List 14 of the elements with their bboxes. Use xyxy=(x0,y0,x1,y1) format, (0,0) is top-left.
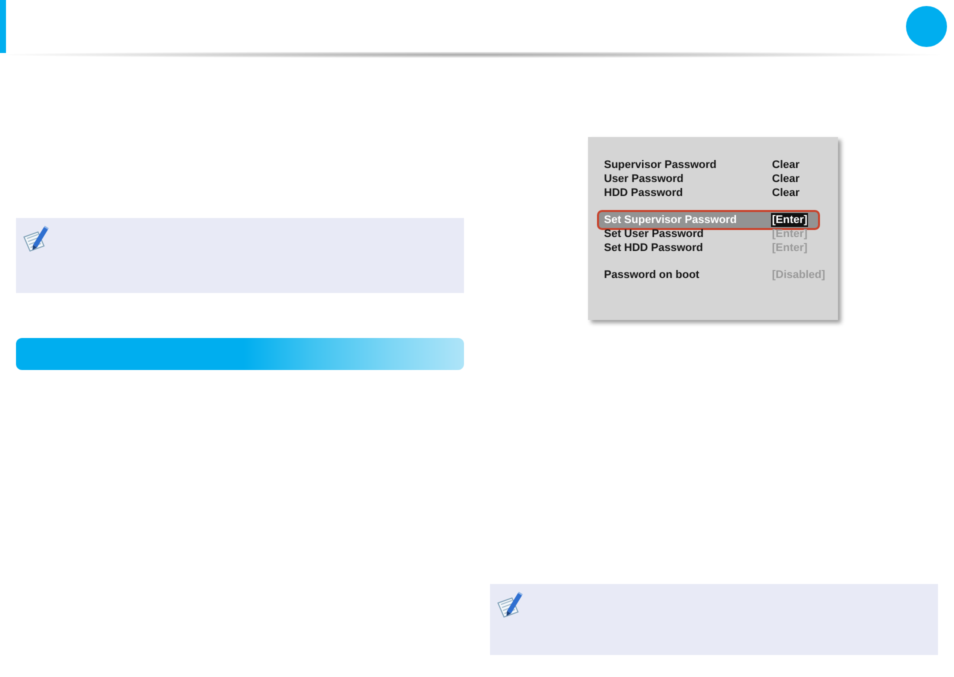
bios-option-value: Clear xyxy=(772,186,800,200)
note-pencil-icon xyxy=(23,225,49,252)
bios-option-value: [Enter] xyxy=(772,227,808,241)
bios-option-value: Clear xyxy=(772,172,800,186)
note-pencil-icon xyxy=(497,591,523,618)
bios-option-value: [Enter] xyxy=(771,213,808,227)
bios-option-value: Clear xyxy=(772,158,800,172)
bios-option-value: [Enter] xyxy=(772,241,808,255)
circle-marker-icon xyxy=(906,6,947,47)
bios-option-value: [Disabled] xyxy=(772,268,826,282)
header-accent-bar xyxy=(0,0,6,53)
bios-option-label[interactable]: User Password xyxy=(604,172,772,186)
bios-option-label[interactable]: Supervisor Password xyxy=(604,158,772,172)
bios-option-label[interactable]: HDD Password xyxy=(604,186,772,200)
